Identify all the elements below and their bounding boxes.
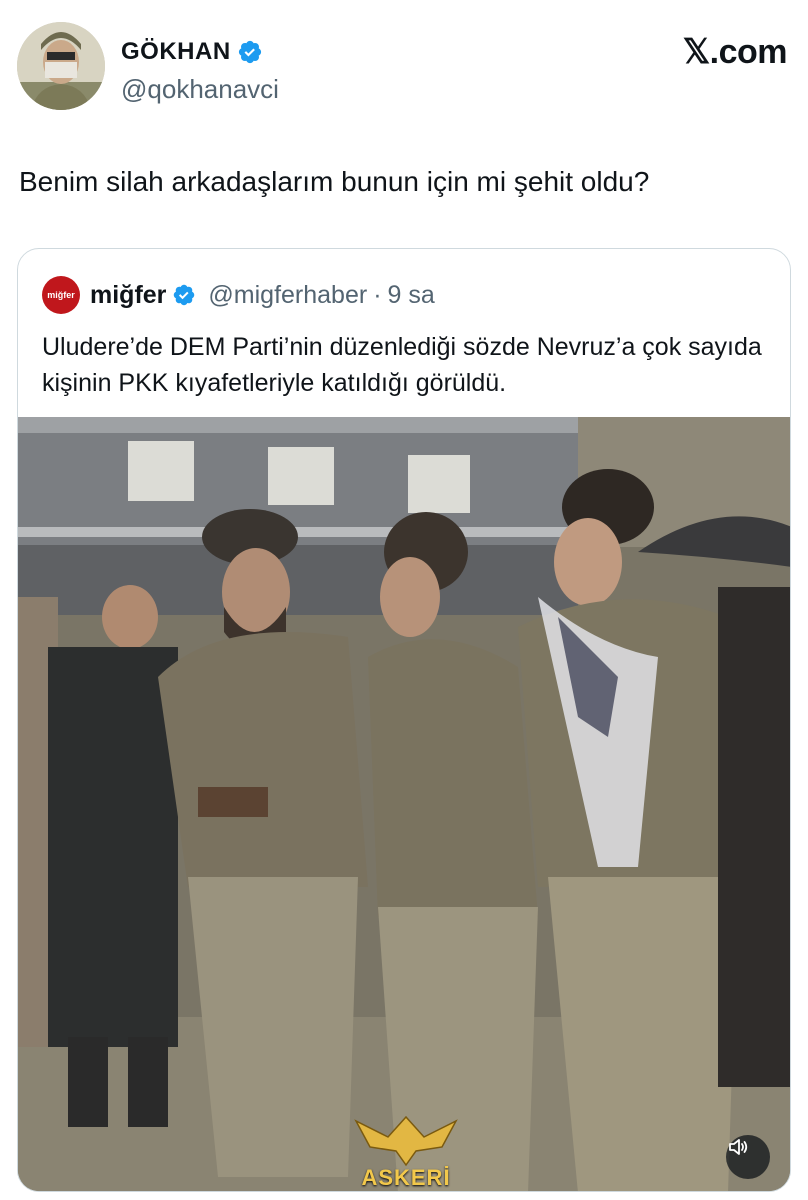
verified-badge-icon xyxy=(174,284,195,306)
author-avatar[interactable] xyxy=(17,22,105,110)
video-frame xyxy=(18,417,790,1191)
quoted-tweet[interactable]: miğfer miğfer @migferhaber · 9 sa Uluder… xyxy=(17,248,791,1192)
quoted-author-avatar[interactable]: miğfer xyxy=(42,276,80,314)
verified-badge-icon xyxy=(238,40,261,64)
site-label: 𝕏.com xyxy=(682,33,788,71)
profile-photo-icon xyxy=(17,22,105,110)
speaker-icon xyxy=(729,1139,748,1155)
quoted-tweet-time[interactable]: 9 sa xyxy=(388,281,435,310)
mute-button[interactable] xyxy=(726,1135,770,1179)
quoted-tweet-video[interactable]: ASKERİ xyxy=(18,417,790,1191)
author-handle[interactable]: @qokhanavci xyxy=(121,74,279,105)
watermark-logo: ASKERİ xyxy=(336,1107,476,1191)
quoted-author-logo-text: miğfer xyxy=(47,290,75,300)
author-name-row: GÖKHAN xyxy=(121,38,263,66)
author-name[interactable]: GÖKHAN xyxy=(121,38,231,66)
quoted-tweet-text: Uludere’de DEM Parti’nin düzenlediği söz… xyxy=(42,333,762,397)
quoted-author-name[interactable]: miğfer xyxy=(90,281,166,310)
separator-dot: · xyxy=(373,280,382,309)
eagle-emblem-icon xyxy=(354,1115,458,1167)
watermark-text: ASKERİ xyxy=(361,1165,451,1190)
quoted-author-handle[interactable]: @migferhaber xyxy=(208,281,367,310)
quoted-tweet-header: miğfer miğfer @migferhaber · 9 sa xyxy=(42,275,435,315)
tweet-header: GÖKHAN @qokhanavci 𝕏.com xyxy=(17,22,791,114)
tweet-text: Benim silah arkadaşlarım bunun için mi ş… xyxy=(19,166,650,197)
